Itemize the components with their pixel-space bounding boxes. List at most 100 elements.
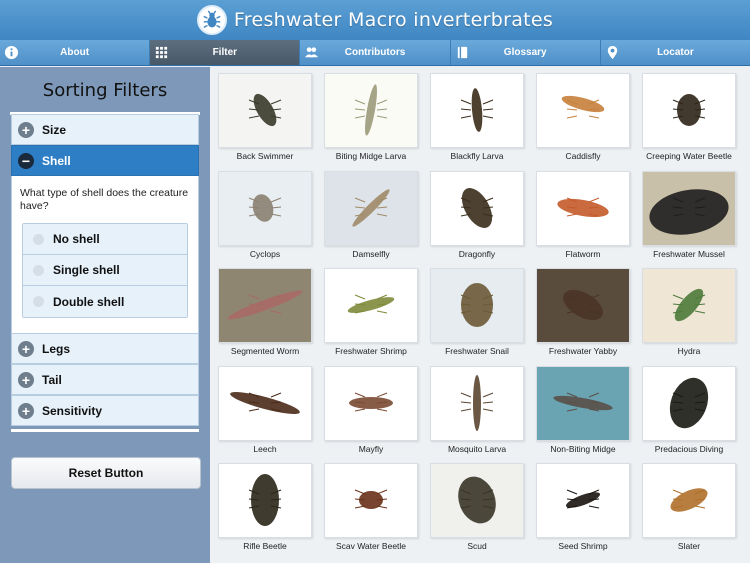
shell-options-panel: What type of shell does the creature hav… <box>11 176 199 333</box>
tab-about[interactable]: About <box>0 40 151 65</box>
tab-glossary[interactable]: Glossary <box>450 40 601 65</box>
creature-card[interactable]: Creeping Water Beetle <box>636 73 742 171</box>
tab-locator[interactable]: Locator <box>600 40 750 65</box>
creature-photo <box>642 73 736 148</box>
tab-filter[interactable]: Filter <box>150 40 301 65</box>
creature-photo <box>536 463 630 538</box>
tab-label: About <box>60 47 90 58</box>
creature-name: Mosquito Larva <box>447 443 507 454</box>
app-header: Freshwater Macro inverterbrates <box>0 0 750 40</box>
creature-card[interactable]: Segmented Worm <box>212 268 318 366</box>
creature-name: Back Swimmer <box>236 151 294 161</box>
plus-icon: + <box>18 340 34 357</box>
creature-card[interactable]: Non-Biting Midge <box>530 365 636 464</box>
creature-card[interactable]: Freshwater Shrimp <box>318 268 424 366</box>
creature-photo <box>218 365 312 441</box>
creature-photo <box>430 170 524 246</box>
creature-photo <box>536 170 630 246</box>
creature-photo <box>430 268 524 343</box>
creature-photo <box>324 73 418 148</box>
filter-size[interactable]: + Size <box>11 114 199 145</box>
filter-legs[interactable]: + Legs <box>11 333 199 364</box>
creature-card[interactable]: Scav Water Beetle <box>318 463 424 561</box>
creature-name: Segmented Worm <box>230 346 300 356</box>
book-icon <box>455 45 470 60</box>
creature-card[interactable]: Damselfly <box>318 170 424 269</box>
creature-card[interactable]: Freshwater Snail <box>424 268 530 366</box>
creature-card[interactable]: Biting Midge Larva <box>318 73 424 171</box>
creature-card[interactable]: Freshwater Yabby <box>530 268 636 366</box>
filter-panel: + Size − Shell What type of shell does t… <box>11 114 199 432</box>
creature-photo <box>218 463 312 538</box>
creature-photo <box>430 365 524 441</box>
creature-card[interactable]: Cyclops <box>212 170 318 269</box>
creature-name: Predacious Diving <box>654 443 724 454</box>
option-label: Double shell <box>53 294 125 309</box>
creature-card[interactable]: Rifle Beetle <box>212 463 318 561</box>
filter-tail[interactable]: + Tail <box>11 364 199 395</box>
creature-name: Dragonfly <box>458 248 496 259</box>
tab-label: Glossary <box>503 47 547 58</box>
creature-name: Biting Midge Larva <box>335 151 407 161</box>
creature-card[interactable]: Mosquito Larva <box>424 365 530 464</box>
filter-sensitivity[interactable]: + Sensitivity <box>11 395 199 426</box>
creature-photo <box>218 170 312 246</box>
creature-name: Seed Shrimp <box>558 541 608 551</box>
creature-photo <box>536 268 630 343</box>
creature-photo <box>430 73 524 148</box>
sidebar: Sorting Filters + Size − Shell What type… <box>0 67 210 563</box>
creature-name: Creeping Water Beetle <box>646 151 732 161</box>
reset-button[interactable]: Reset Button <box>11 457 201 489</box>
tab-label: Locator <box>657 47 694 58</box>
creature-name: Freshwater Yabby <box>548 346 618 356</box>
creature-photo <box>536 73 630 148</box>
creature-photo <box>324 365 418 441</box>
creature-name: Hydra <box>677 346 701 356</box>
sidebar-title: Sorting Filters <box>10 77 200 115</box>
creature-card[interactable]: Freshwater Mussel <box>636 170 742 269</box>
radio-icon <box>33 264 44 276</box>
creature-name: Freshwater Shrimp <box>335 346 407 356</box>
radio-icon <box>33 233 44 245</box>
bug-icon <box>196 5 227 35</box>
creature-card[interactable]: Caddisfly <box>530 73 636 171</box>
option-label: No shell <box>53 232 100 246</box>
plus-icon: + <box>18 402 34 419</box>
creature-name: Mayfly <box>358 443 384 454</box>
creature-card[interactable]: Hydra <box>636 268 742 366</box>
creature-card[interactable]: Slater <box>636 463 742 561</box>
tab-label: Filter <box>212 47 238 58</box>
option-no-shell[interactable]: No shell <box>23 224 187 255</box>
tab-contributors[interactable]: Contributors <box>300 40 451 65</box>
creature-card[interactable]: Flatworm <box>530 170 636 269</box>
creature-name: Scav Water Beetle <box>335 541 407 551</box>
creature-name: Freshwater Snail <box>445 346 509 356</box>
filter-label: Size <box>42 122 67 137</box>
creature-card[interactable]: Blackfly Larva <box>424 73 530 171</box>
creature-name: Damselfly <box>352 248 390 259</box>
panel-divider <box>11 426 199 432</box>
option-double-shell[interactable]: Double shell <box>23 286 187 317</box>
creature-card[interactable]: Seed Shrimp <box>530 463 636 561</box>
option-label: Single shell <box>53 263 120 277</box>
creature-photo <box>642 268 736 343</box>
creature-photo <box>642 365 736 441</box>
filter-shell[interactable]: − Shell <box>11 145 199 176</box>
tab-bar: About Filter Contributors Glossary Locat… <box>0 40 750 66</box>
shell-options: No shell Single shell Double shell <box>22 223 188 318</box>
option-single-shell[interactable]: Single shell <box>23 255 187 286</box>
creature-photo <box>642 463 736 538</box>
creature-card[interactable]: Scud <box>424 463 530 561</box>
filter-label: Sensitivity <box>42 403 103 418</box>
creature-card[interactable]: Leech <box>212 365 318 464</box>
plus-icon: + <box>18 371 34 388</box>
creature-card[interactable]: Back Swimmer <box>212 73 318 171</box>
shell-question: What type of shell does the creature hav… <box>20 187 189 212</box>
creature-name: Freshwater Mussel <box>653 248 725 259</box>
creature-grid: Back Swimmer Biting Midge Larva Blackfly L… <box>210 67 750 563</box>
pin-icon <box>605 45 620 60</box>
creature-card[interactable]: Dragonfly <box>424 170 530 269</box>
filter-label: Shell <box>42 153 71 168</box>
creature-card[interactable]: Predacious Diving <box>636 365 742 464</box>
creature-card[interactable]: Mayfly <box>318 365 424 464</box>
